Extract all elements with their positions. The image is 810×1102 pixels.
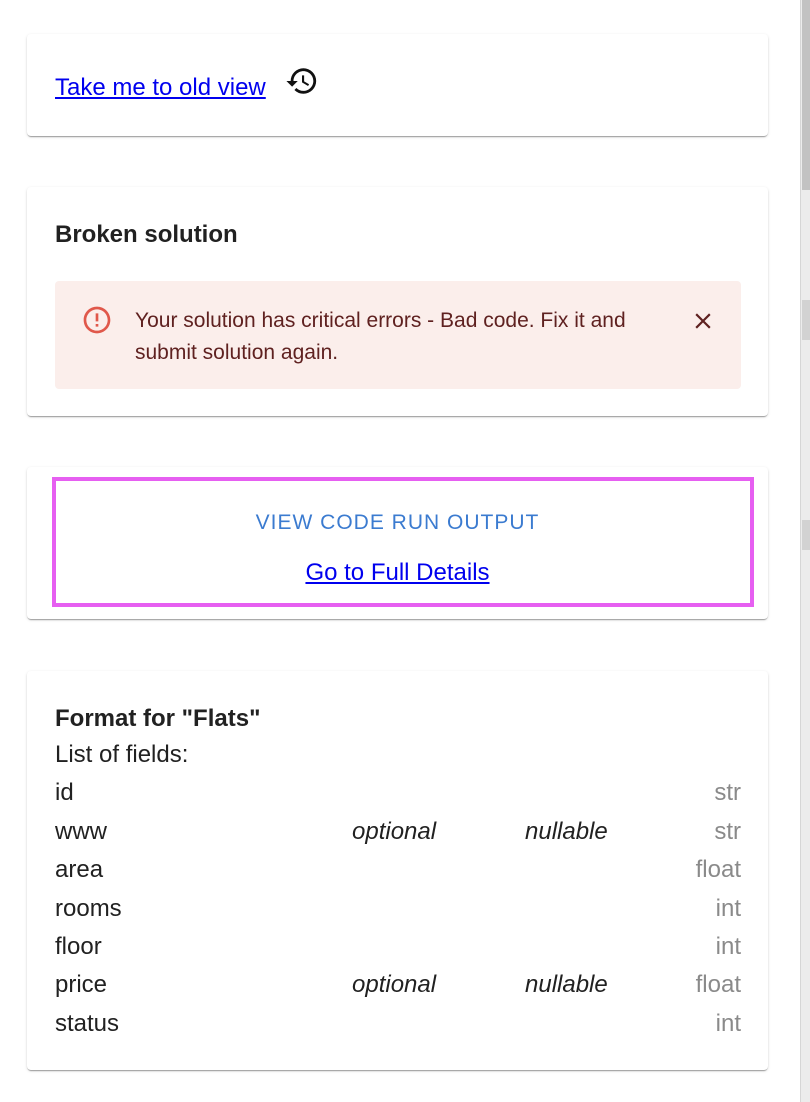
field-name: www: [55, 818, 107, 845]
field-type: int: [715, 1010, 741, 1037]
full-details-link[interactable]: Go to Full Details: [27, 559, 768, 587]
field-type: str: [714, 818, 741, 845]
field-row: status int: [55, 1010, 741, 1044]
scrollbar-thumb[interactable]: [802, 0, 810, 190]
page-scrollbar[interactable]: [800, 0, 810, 1102]
field-type: float: [695, 856, 741, 883]
field-optional: optional: [352, 971, 437, 998]
field-type: str: [714, 779, 741, 806]
close-icon[interactable]: [690, 308, 716, 334]
field-name: status: [55, 1010, 120, 1037]
format-title: Format for "Flats": [55, 705, 261, 732]
old-view-link[interactable]: Take me to old view: [55, 74, 266, 102]
scrollbar-segment: [802, 300, 810, 340]
field-name: id: [55, 779, 74, 806]
field-nullable: nullable: [525, 971, 608, 998]
field-row: rooms int: [55, 895, 741, 929]
field-optional: optional: [352, 818, 437, 845]
field-name: floor: [55, 933, 102, 960]
field-type: float: [695, 971, 741, 998]
field-row: price optional nullable float: [55, 971, 741, 1005]
scrollbar-segment: [802, 520, 810, 550]
field-nullable: nullable: [525, 818, 608, 845]
view-code-run-output-button[interactable]: VIEW CODE RUN OUTPUT: [27, 511, 768, 535]
field-type: int: [715, 895, 741, 922]
field-row: area float: [55, 856, 741, 890]
old-view-card: Take me to old view: [27, 34, 768, 136]
error-outline-icon: [83, 306, 111, 334]
broken-solution-title: Broken solution: [55, 221, 238, 248]
broken-solution-card: Broken solution Your solution has critic…: [27, 187, 768, 416]
field-row: floor int: [55, 933, 741, 967]
field-name: price: [55, 971, 108, 998]
highlight-frame: [52, 477, 754, 607]
field-type: int: [715, 933, 741, 960]
code-output-card: VIEW CODE RUN OUTPUT Go to Full Details: [27, 467, 768, 619]
error-alert-message: Your solution has critical errors - Bad …: [135, 309, 626, 364]
fields-heading: List of fields:: [55, 741, 189, 768]
field-row: id str: [55, 779, 741, 813]
error-alert: Your solution has critical errors - Bad …: [55, 281, 741, 389]
field-name: rooms: [55, 895, 122, 922]
field-name: area: [55, 856, 104, 883]
format-card: Format for "Flats" List of fields: id st…: [27, 671, 768, 1070]
history-icon[interactable]: [285, 64, 319, 98]
field-row: www optional nullable str: [55, 818, 741, 852]
